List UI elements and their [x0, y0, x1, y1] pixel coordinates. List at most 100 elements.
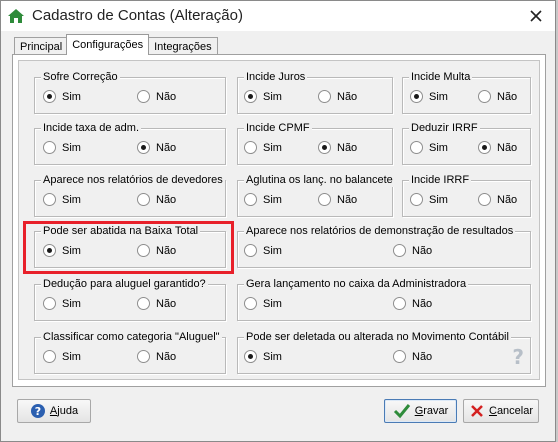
radio-label: Não — [337, 141, 358, 154]
window-title: Cadastro de Contas (Alteração) — [32, 7, 243, 24]
radio-checked-icon — [43, 90, 56, 103]
radio-gera-lancamento-sim[interactable]: Sim — [244, 297, 282, 310]
radio-incide-taxa-adm-nao[interactable]: Não — [137, 141, 176, 154]
radio-classificar-sim[interactable]: Sim — [43, 350, 81, 363]
question-mark-icon[interactable]: ? — [512, 345, 524, 369]
radio-demonstracao-nao[interactable]: Não — [393, 244, 432, 257]
radio-label: Sim — [429, 193, 448, 206]
radio-aparece-devedores-nao[interactable]: Não — [137, 193, 176, 206]
cancelar-button[interactable]: Cancelar — [463, 399, 539, 423]
radio-unchecked-icon — [393, 350, 406, 363]
radio-unchecked-icon — [318, 90, 331, 103]
radio-incide-juros-sim[interactable]: Sim — [244, 90, 282, 103]
ajuda-button[interactable]: ? Ajuda — [17, 399, 91, 423]
radio-deduzir-irrf-sim[interactable]: Sim — [410, 141, 448, 154]
radio-label: Não — [337, 193, 358, 206]
ajuda-label: Ajuda — [49, 405, 79, 417]
radio-checked-icon — [410, 90, 423, 103]
radio-incide-juros-nao[interactable]: Não — [318, 90, 357, 103]
tab-configuracoes[interactable]: Configurações — [66, 34, 150, 55]
group-title: Gera lançamento no caixa da Administrado… — [244, 277, 469, 291]
group-title: Aglutina os lanç. no balancete — [244, 173, 395, 187]
radio-label: Sim — [263, 141, 282, 154]
tab-integracoes[interactable]: Integrações — [148, 37, 218, 55]
radio-label: Não — [156, 297, 177, 310]
tab-principal[interactable]: Principal — [14, 37, 69, 55]
radio-label: Sim — [263, 350, 282, 363]
tab-panel-configuracoes: Sofre Correção Sim Não Incide Juros Sim — [12, 54, 546, 387]
radio-incide-irrf-sim[interactable]: Sim — [410, 193, 448, 206]
radio-incide-taxa-adm-sim[interactable]: Sim — [43, 141, 81, 154]
cancelar-label: Cancelar — [488, 405, 534, 417]
radio-label: Sim — [62, 193, 81, 206]
radio-deduzir-irrf-nao[interactable]: Não — [478, 141, 517, 154]
radio-unchecked-icon — [244, 193, 257, 206]
radio-pode-ser-deletada-nao[interactable]: Não — [393, 350, 432, 363]
group-title: Pode ser deletada ou alterada no Movimen… — [244, 330, 511, 344]
radio-checked-icon — [244, 90, 257, 103]
radio-incide-multa-nao[interactable]: Não — [478, 90, 517, 103]
radio-label: Não — [156, 141, 177, 154]
radio-label: Não — [156, 90, 177, 103]
group-title: Incide taxa de adm. — [41, 121, 142, 135]
radio-label: Sim — [62, 141, 81, 154]
radio-checked-icon — [244, 350, 257, 363]
group-title: Incide Juros — [244, 70, 308, 84]
radio-classificar-nao[interactable]: Não — [137, 350, 176, 363]
radio-unchecked-icon — [43, 141, 56, 154]
radio-label: Não — [156, 193, 177, 206]
radio-label: Sim — [263, 193, 282, 206]
radio-incide-cpmf-nao[interactable]: Não — [318, 141, 357, 154]
radio-incide-cpmf-sim[interactable]: Sim — [244, 141, 282, 154]
group-incide-cpmf: Incide CPMF Sim Não — [237, 121, 393, 165]
group-title: Dedução para aluguel garantido? — [41, 277, 208, 291]
group-title: Classificar como categoria "Aluguel" — [41, 330, 222, 344]
dialog-window: Cadastro de Contas (Alteração) Principal… — [0, 0, 556, 442]
highlight-annotation-box — [23, 221, 234, 274]
group-title: Incide IRRF — [409, 173, 472, 187]
group-pode-ser-deletada: Pode ser deletada ou alterada no Movimen… — [237, 330, 531, 374]
radio-unchecked-icon — [43, 193, 56, 206]
radio-label: Sim — [62, 350, 81, 363]
radio-label: Não — [412, 297, 433, 310]
radio-unchecked-icon — [43, 297, 56, 310]
group-incide-multa: Incide Multa Sim Não — [402, 70, 531, 114]
group-gera-lancamento: Gera lançamento no caixa da Administrado… — [237, 277, 531, 321]
radio-unchecked-icon — [478, 90, 491, 103]
radio-incide-multa-sim[interactable]: Sim — [410, 90, 448, 103]
radio-label: Sim — [263, 90, 282, 103]
radio-label: Não — [497, 90, 518, 103]
radio-incide-irrf-nao[interactable]: Não — [478, 193, 517, 206]
group-title: Deduzir IRRF — [409, 121, 480, 135]
group-title: Incide CPMF — [244, 121, 312, 135]
group-incide-juros: Incide Juros Sim Não — [237, 70, 393, 114]
radio-pode-ser-deletada-sim[interactable]: Sim — [244, 350, 282, 363]
radio-deducao-sim[interactable]: Sim — [43, 297, 81, 310]
radio-unchecked-icon — [244, 297, 257, 310]
radio-sofre-correcao-sim[interactable]: Sim — [43, 90, 81, 103]
checkmark-icon — [393, 403, 411, 419]
radio-label: Sim — [429, 141, 448, 154]
radio-sofre-correcao-nao[interactable]: Não — [137, 90, 176, 103]
gravar-label: Gravar — [414, 405, 449, 417]
group-aglutina-lanc: Aglutina os lanç. no balancete Sim Não — [237, 173, 395, 217]
radio-unchecked-icon — [410, 193, 423, 206]
radio-unchecked-icon — [137, 297, 150, 310]
radio-aglutina-sim[interactable]: Sim — [244, 193, 282, 206]
radio-label: Não — [156, 350, 177, 363]
radio-deducao-nao[interactable]: Não — [137, 297, 176, 310]
close-button[interactable] — [526, 7, 546, 25]
radio-aparece-devedores-sim[interactable]: Sim — [43, 193, 81, 206]
radio-label: Sim — [263, 297, 282, 310]
radio-unchecked-icon — [137, 90, 150, 103]
radio-gera-lancamento-nao[interactable]: Não — [393, 297, 432, 310]
radio-aglutina-nao[interactable]: Não — [318, 193, 357, 206]
group-classificar-categoria: Classificar como categoria "Aluguel" Sim… — [34, 330, 226, 374]
radio-label: Não — [412, 350, 433, 363]
radio-label: Sim — [263, 244, 282, 257]
radio-unchecked-icon — [393, 244, 406, 257]
radio-demonstracao-sim[interactable]: Sim — [244, 244, 282, 257]
radio-unchecked-icon — [393, 297, 406, 310]
gravar-button[interactable]: Gravar — [384, 399, 457, 423]
help-icon: ? — [30, 403, 46, 419]
